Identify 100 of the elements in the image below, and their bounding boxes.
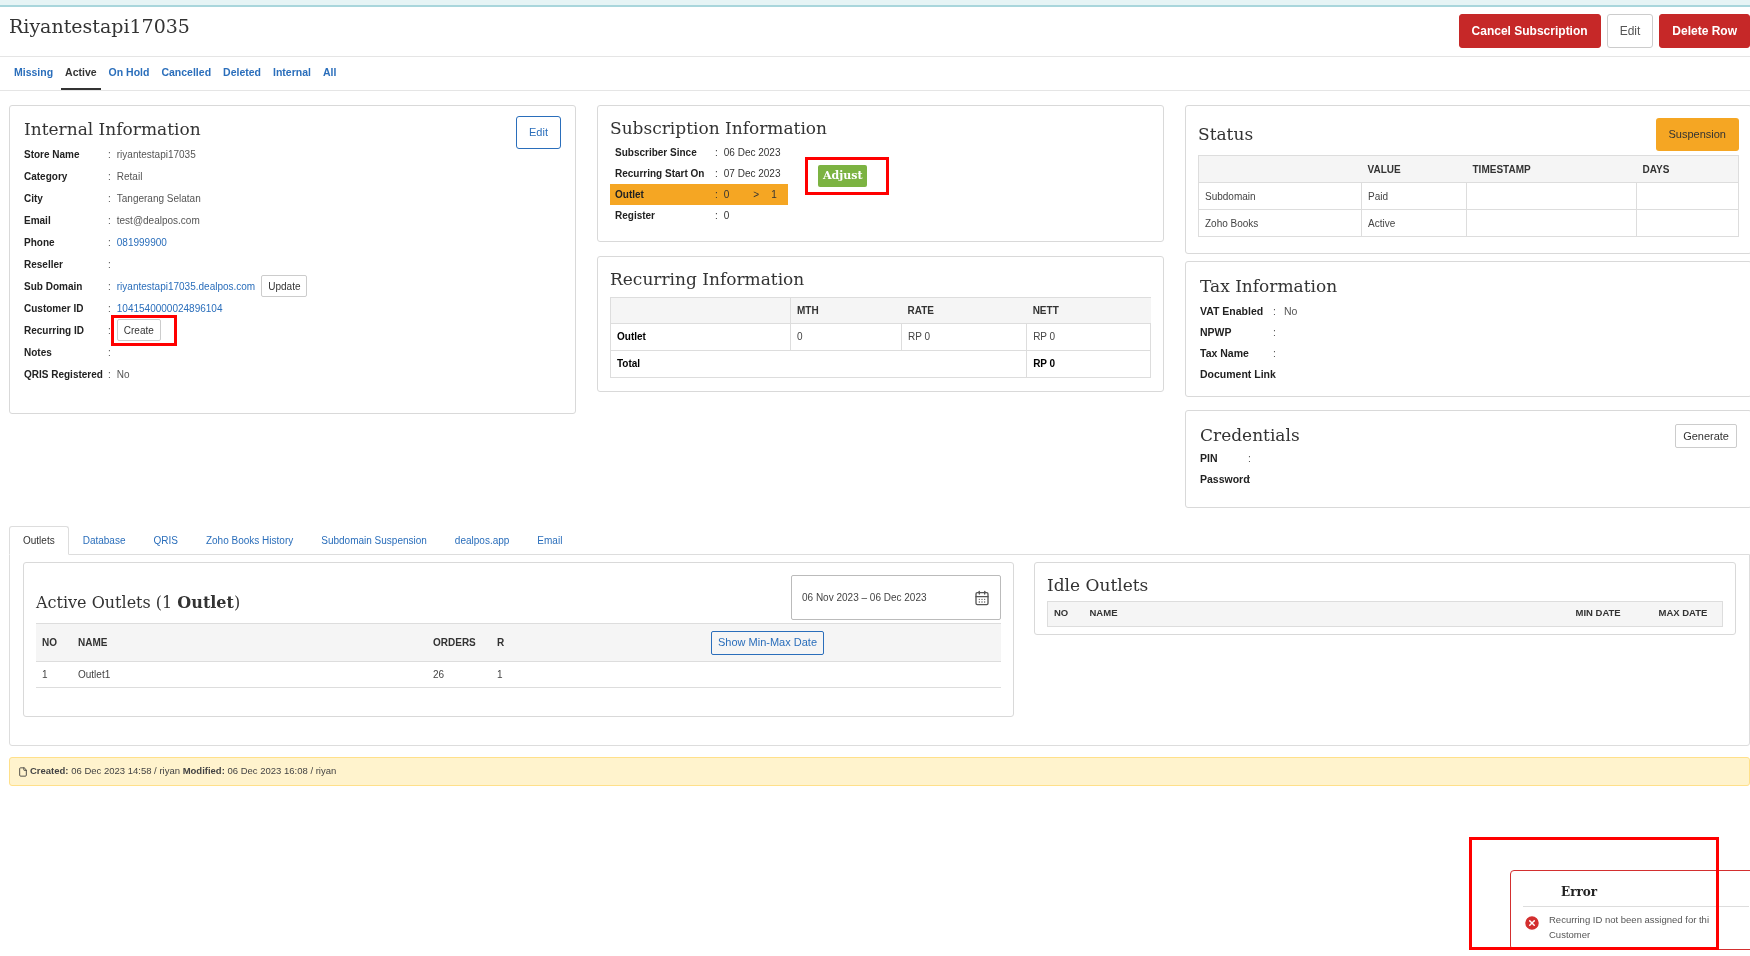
filter-tab[interactable]: Missing [10, 57, 58, 90]
column-header: MAX DATE [1652, 601, 1723, 626]
detail-tab[interactable]: Email [523, 526, 577, 555]
field-separator: : [108, 323, 111, 338]
field-separator: : [1273, 304, 1276, 320]
field-separator: : [108, 213, 111, 228]
field-value: riyantestapi17035 [116, 147, 196, 162]
field-value: 0 [723, 208, 730, 223]
action-button[interactable]: Edit [1606, 13, 1654, 48]
filter-tab[interactable]: Active [61, 57, 101, 90]
field-label: Tax Name [1200, 346, 1250, 362]
table-cell: RP 0 [901, 323, 1027, 350]
toast-message-line: Recurring ID not been assigned for thi [1549, 913, 1709, 927]
table-cell: Zoho Books [1198, 209, 1362, 237]
field-label: NPWP [1200, 325, 1233, 341]
column-header: MTH [790, 297, 902, 323]
field-label: Notes [24, 345, 53, 360]
field-label: Reseller [24, 257, 64, 272]
field-separator: : [715, 208, 718, 223]
action-button[interactable]: Delete Row [1659, 13, 1750, 48]
detail-tab[interactable]: Zoho Books History [191, 526, 308, 555]
table-cell: Paid [1361, 182, 1467, 210]
table-cell: 0 [790, 323, 902, 350]
field-value[interactable]: 1041540000024896104 [116, 300, 223, 316]
column-header: NAME [72, 623, 427, 662]
field-label: Password [1200, 472, 1248, 488]
column-header: TIMESTAMP [1466, 155, 1637, 183]
field-separator: : [108, 257, 111, 272]
field-label: City [24, 191, 44, 206]
document-icon [18, 766, 28, 777]
detail-tab[interactable]: QRIS [139, 526, 192, 555]
table-cell: RP 0 [1026, 350, 1151, 377]
table-cell: Total [610, 350, 1027, 377]
filter-tab[interactable]: On Hold [104, 57, 154, 90]
detail-tab[interactable]: Outlets [9, 526, 69, 555]
filter-tab[interactable]: Internal [269, 57, 315, 90]
field-label: Category [24, 169, 69, 184]
field-value: Retail [116, 169, 143, 184]
field-separator: : [108, 367, 111, 382]
field-label: Email [24, 213, 52, 228]
table-cell: Active [1361, 209, 1467, 237]
field-separator: : [1248, 472, 1251, 488]
detail-tab[interactable]: Database [68, 526, 140, 555]
card-title: Status [1198, 122, 1254, 146]
field-value: 07 Dec 2023 [723, 166, 781, 181]
field-separator: : [108, 279, 111, 294]
field-separator: : [715, 145, 718, 160]
card-title: Internal Information [24, 118, 201, 141]
column-header: NO [1047, 601, 1084, 626]
table-cell: RP 0 [1026, 323, 1151, 350]
field-label: Store Name [24, 147, 81, 162]
field-separator: : [1273, 325, 1276, 341]
field-label: PIN [1200, 451, 1219, 467]
detail-tab[interactable]: dealpos.app [440, 526, 524, 555]
field-value: 1 [771, 187, 777, 202]
field-separator: : [1273, 346, 1276, 362]
action-button[interactable]: Cancel Subscription [1458, 13, 1601, 48]
suspension-button[interactable]: Suspension [1655, 118, 1739, 151]
field-value: No [1283, 304, 1298, 320]
column-header: VALUE [1361, 155, 1467, 183]
field-label: Outlet [615, 187, 645, 202]
toast-title: Error [1561, 885, 1598, 899]
field-separator: : [108, 169, 111, 184]
field-button[interactable]: Create [116, 319, 161, 341]
field-separator: : [715, 166, 718, 181]
arrow-sign: > [753, 187, 760, 202]
field-button[interactable]: Update [261, 275, 308, 297]
field-label: Phone [24, 235, 56, 250]
field-value[interactable]: riyantestapi17035.dealpos.com [116, 278, 256, 294]
table-cell: 1 [36, 661, 72, 688]
date-range-field[interactable]: 06 Nov 2023 – 06 Dec 2023 [791, 575, 1001, 620]
filter-tab[interactable]: Deleted [219, 57, 265, 90]
field-label: Register [615, 208, 656, 223]
error-icon [1523, 914, 1541, 932]
field-value: Tangerang Selatan [116, 191, 201, 206]
column-header: RATE [901, 297, 1027, 323]
column-header: NETT [1026, 297, 1151, 323]
field-label: QRIS Registered [24, 367, 104, 382]
page-title: Riyantestapi17035 [9, 14, 190, 40]
field-value[interactable]: 081999900 [116, 234, 167, 250]
column-header: NO [36, 623, 72, 662]
table-cell: 26 [427, 661, 491, 688]
filter-tab[interactable]: Cancelled [157, 57, 216, 90]
detail-tab[interactable]: Subdomain Suspension [307, 526, 441, 555]
card-title: Subscription Information [610, 117, 829, 140]
field-label: VAT Enabled [1200, 304, 1265, 320]
edit-button[interactable]: Edit [516, 116, 561, 149]
field-separator: : [108, 301, 111, 316]
field-label: Subscriber Since [615, 145, 698, 160]
generate-button[interactable]: Generate [1675, 423, 1737, 448]
card-title: Tax Information [1200, 275, 1339, 298]
field-separator: : [108, 345, 111, 360]
filter-tab[interactable]: All [318, 57, 341, 90]
card-title: Active Outlets (1 Outlet) [36, 591, 241, 614]
field-label: Recurring ID [24, 323, 85, 338]
show-min-max-date-button[interactable]: Show Min-Max Date [711, 630, 825, 655]
field-label: Customer ID [24, 301, 85, 316]
column-header: NAME [1083, 601, 1570, 626]
field-value: test@dealpos.com [116, 213, 200, 228]
card-title: Idle Outlets [1047, 574, 1150, 597]
